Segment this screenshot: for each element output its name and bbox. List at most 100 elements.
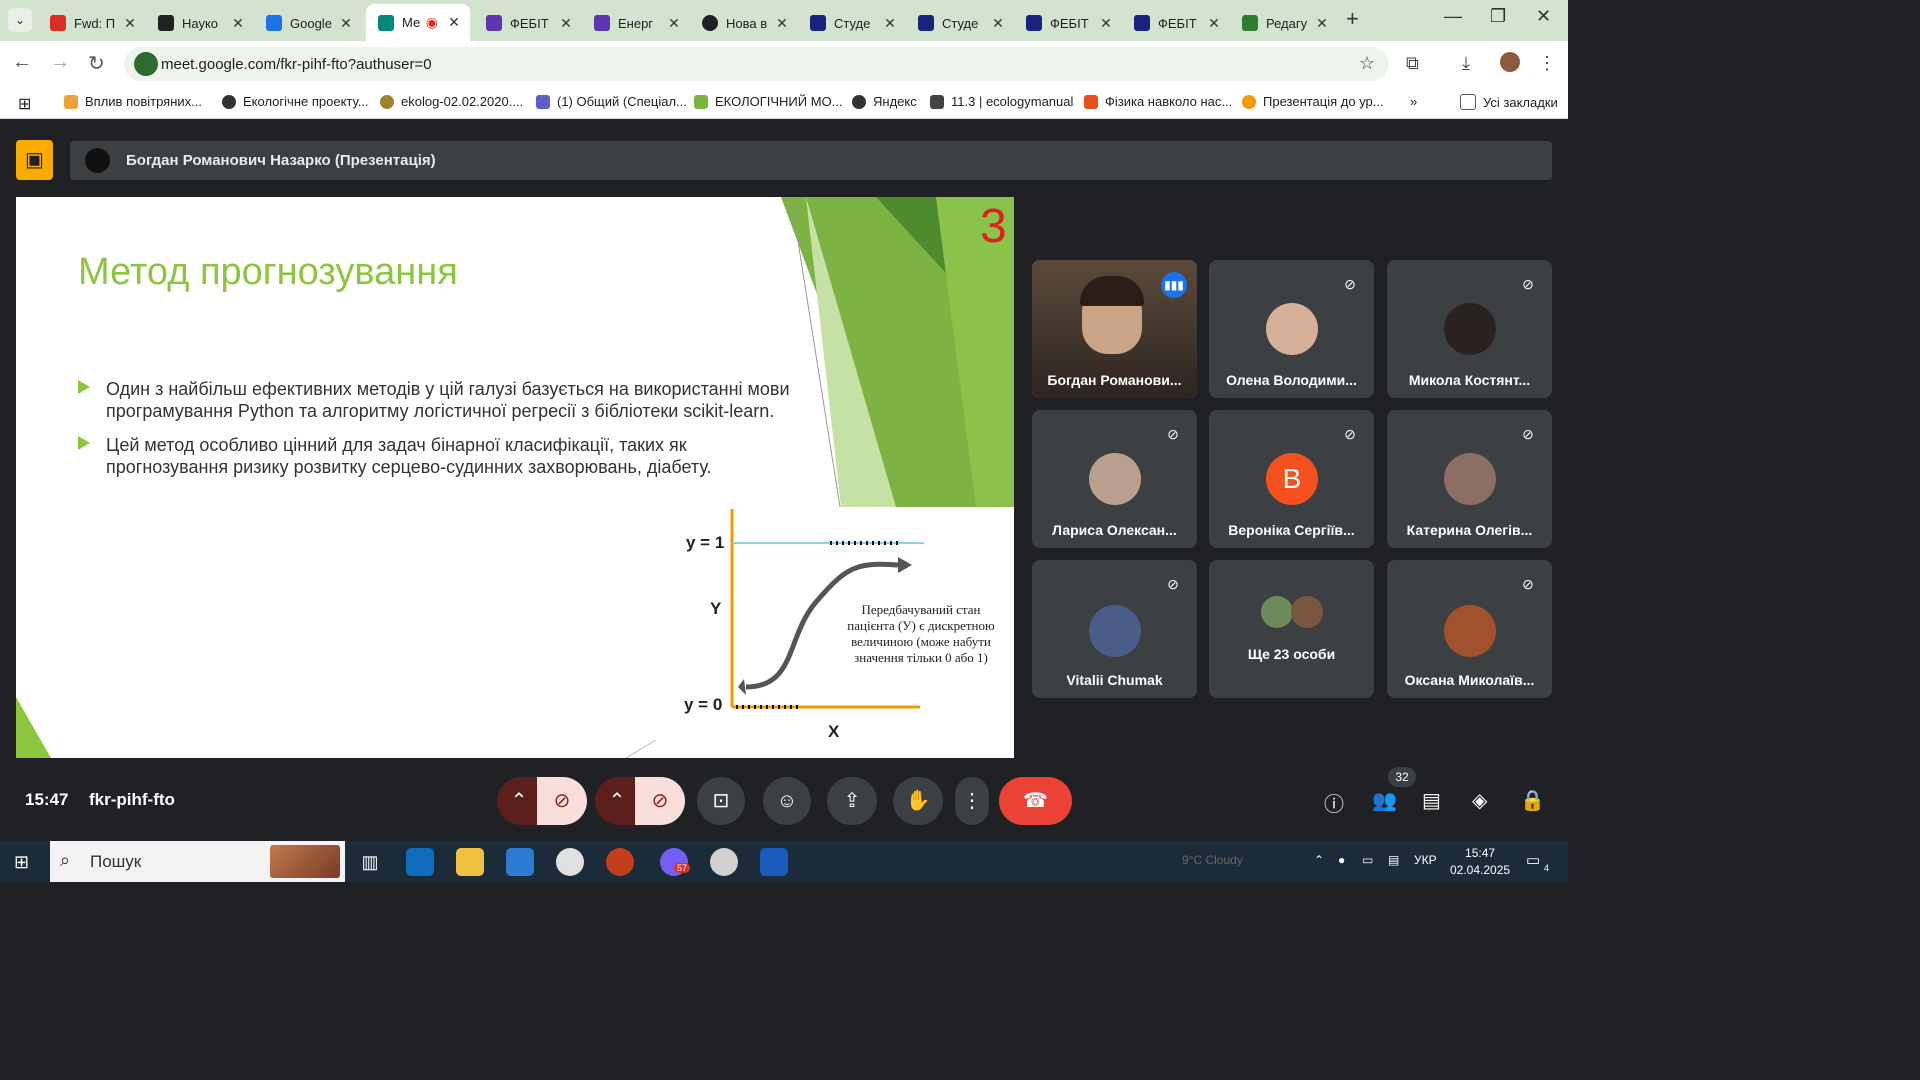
people-icon[interactable]: 👥 <box>1372 788 1397 813</box>
close-icon[interactable]: ✕ <box>336 15 356 32</box>
outlook-icon[interactable] <box>406 848 434 876</box>
close-icon[interactable]: ✕ <box>664 15 684 32</box>
participant-tile[interactable]: ⊘ Катерина Олегів... <box>1387 410 1552 548</box>
participant-tile[interactable]: ▮▮▮ Богдан Романови... <box>1032 260 1197 398</box>
chrome-icon[interactable] <box>556 848 584 876</box>
bookmark[interactable]: Вплив повітряних... <box>64 94 202 109</box>
camera-off-button[interactable]: ⊘ <box>635 777 685 825</box>
present-button[interactable]: ⇪ <box>827 777 877 825</box>
audio-options-button[interactable]: ⌃ <box>497 777 541 825</box>
store-icon[interactable] <box>506 848 534 876</box>
others-tile[interactable]: Ще 23 особи <box>1209 560 1374 698</box>
chrome-icon-active[interactable] <box>710 848 738 876</box>
tab-search-button[interactable]: ⌄ <box>8 8 32 32</box>
raise-hand-button[interactable]: ✋ <box>893 777 943 825</box>
close-window-button[interactable]: ✕ <box>1536 6 1551 27</box>
restore-button[interactable]: ❐ <box>1490 6 1506 27</box>
participant-tile[interactable]: ⊘ Микола Костянт... <box>1387 260 1552 398</box>
close-icon[interactable]: ✕ <box>1312 15 1332 32</box>
extensions-icon[interactable]: ⧉ <box>1406 53 1419 74</box>
minimize-button[interactable]: — <box>1444 6 1462 27</box>
close-icon[interactable]: ✕ <box>444 14 464 31</box>
recording-icon: ◉ <box>425 14 438 30</box>
host-controls-icon[interactable]: 🔒 <box>1520 788 1545 813</box>
bookmark-star-icon[interactable]: ☆ <box>1359 53 1375 74</box>
bookmark[interactable]: Екологічне проекту... <box>222 94 369 109</box>
download-icon[interactable]: ⤓ <box>1462 53 1470 74</box>
close-icon[interactable]: ✕ <box>772 15 792 32</box>
video-options-button[interactable]: ⌃ <box>595 777 639 825</box>
tab[interactable]: Студе ✕ <box>906 7 1014 39</box>
profile-avatar[interactable] <box>1500 52 1520 72</box>
weather-label[interactable]: 9°C Cloudy <box>1182 853 1243 867</box>
emoji-button[interactable]: ☺ <box>763 777 811 825</box>
tab[interactable]: ФЕБІТ ✕ <box>474 7 582 39</box>
more-bookmarks-icon[interactable]: » <box>1410 94 1417 109</box>
leave-call-button[interactable]: ☎ <box>999 777 1072 825</box>
address-bar[interactable]: meet.google.com/fkr-pihf-fto?authuser=0 … <box>124 47 1389 81</box>
mic-tray-icon[interactable]: ● <box>1338 853 1345 867</box>
network-icon[interactable]: ▤ <box>1388 853 1399 867</box>
back-button[interactable]: ← <box>12 51 32 74</box>
battery-icon[interactable]: ▭ <box>1362 853 1373 867</box>
reload-button[interactable]: ↻ <box>88 51 105 76</box>
notifications-icon[interactable]: ▭ <box>1526 851 1540 869</box>
tab[interactable]: Студе ✕ <box>798 7 906 39</box>
tab[interactable]: ФЕБІТ ✕ <box>1014 7 1122 39</box>
mic-off-button[interactable]: ⊘ <box>537 777 587 825</box>
apps-icon[interactable]: ⊞ <box>18 94 31 114</box>
site-info-icon[interactable] <box>134 52 158 76</box>
language-indicator[interactable]: УКР <box>1414 853 1437 867</box>
avatar <box>1266 303 1318 355</box>
chat-icon[interactable]: ▤ <box>1422 788 1441 813</box>
close-icon[interactable]: ✕ <box>556 15 576 32</box>
participant-tile[interactable]: ⊘ Олена Володими... <box>1209 260 1374 398</box>
tab[interactable]: Нова в ✕ <box>690 7 798 39</box>
file-explorer-icon[interactable] <box>456 848 484 876</box>
participant-tile[interactable]: ⊘ В Вероніка Сергіїв... <box>1209 410 1374 548</box>
participant-tile[interactable]: ⊘ Оксана Миколаїв... <box>1387 560 1552 698</box>
taskbar-search[interactable]: ⌕ Пошук <box>50 841 345 882</box>
tab[interactable]: Fwd: П ✕ <box>38 7 146 39</box>
bookmark[interactable]: 11.3 | ecologymanual <box>930 94 1073 109</box>
word-icon[interactable] <box>760 848 788 876</box>
more-options-button[interactable]: ⋮ <box>955 777 989 825</box>
tab[interactable]: Науко ✕ <box>146 7 254 39</box>
info-icon[interactable]: ⓘ <box>1324 788 1344 817</box>
participant-name: Оксана Миколаїв... <box>1404 672 1535 688</box>
forward-button[interactable]: → <box>50 51 70 74</box>
close-icon[interactable]: ✕ <box>228 15 248 32</box>
participant-tile[interactable]: ⊘ Лариса Олексан... <box>1032 410 1197 548</box>
tab[interactable]: Google ✕ <box>254 7 362 39</box>
close-icon[interactable]: ✕ <box>1096 15 1116 32</box>
tab[interactable]: Редагу ✕ <box>1230 7 1338 39</box>
activities-icon[interactable]: ◈ <box>1472 788 1487 813</box>
close-icon[interactable]: ✕ <box>1204 15 1224 32</box>
url-text[interactable]: meet.google.com/fkr-pihf-fto?authuser=0 <box>161 56 432 73</box>
presentation-icon[interactable]: ▣ <box>16 140 53 180</box>
close-icon[interactable]: ✕ <box>880 15 900 32</box>
bookmark[interactable]: Яндекс <box>852 94 917 109</box>
bookmark[interactable]: Фізика навколо нас... <box>1084 94 1232 109</box>
clock[interactable]: 15:47 02.04.2025 <box>1450 845 1510 879</box>
show-hidden-icons[interactable]: ⌃ <box>1314 853 1324 867</box>
task-view-icon[interactable]: ▥ <box>356 848 384 876</box>
tab[interactable]: Енерг ✕ <box>582 7 690 39</box>
bookmark-favicon <box>852 94 866 109</box>
bookmark-favicon <box>380 94 394 109</box>
bookmark[interactable]: (1) Общий (Спеціал... <box>536 94 687 109</box>
bookmark[interactable]: ЕКОЛОГІЧНИЙ МО... <box>694 94 843 109</box>
bookmark[interactable]: Презентація до ур... <box>1242 94 1384 109</box>
powerpoint-icon[interactable] <box>606 848 634 876</box>
menu-icon[interactable]: ⋮ <box>1538 53 1556 74</box>
participant-tile[interactable]: ⊘ Vitalii Chumak <box>1032 560 1197 698</box>
tab-active[interactable]: Ме ◉ ✕ <box>366 4 470 41</box>
bookmark[interactable]: ekolog-02.02.2020.... <box>380 94 523 109</box>
new-tab-button[interactable]: + <box>1346 6 1359 32</box>
captions-button[interactable]: ⊡ <box>697 777 745 825</box>
close-icon[interactable]: ✕ <box>988 15 1008 32</box>
all-bookmarks[interactable]: Усі закладки <box>1460 94 1558 110</box>
tab[interactable]: ФЕБІТ ✕ <box>1122 7 1230 39</box>
windows-start-icon[interactable]: ⊞ <box>14 852 29 873</box>
close-icon[interactable]: ✕ <box>120 15 140 32</box>
